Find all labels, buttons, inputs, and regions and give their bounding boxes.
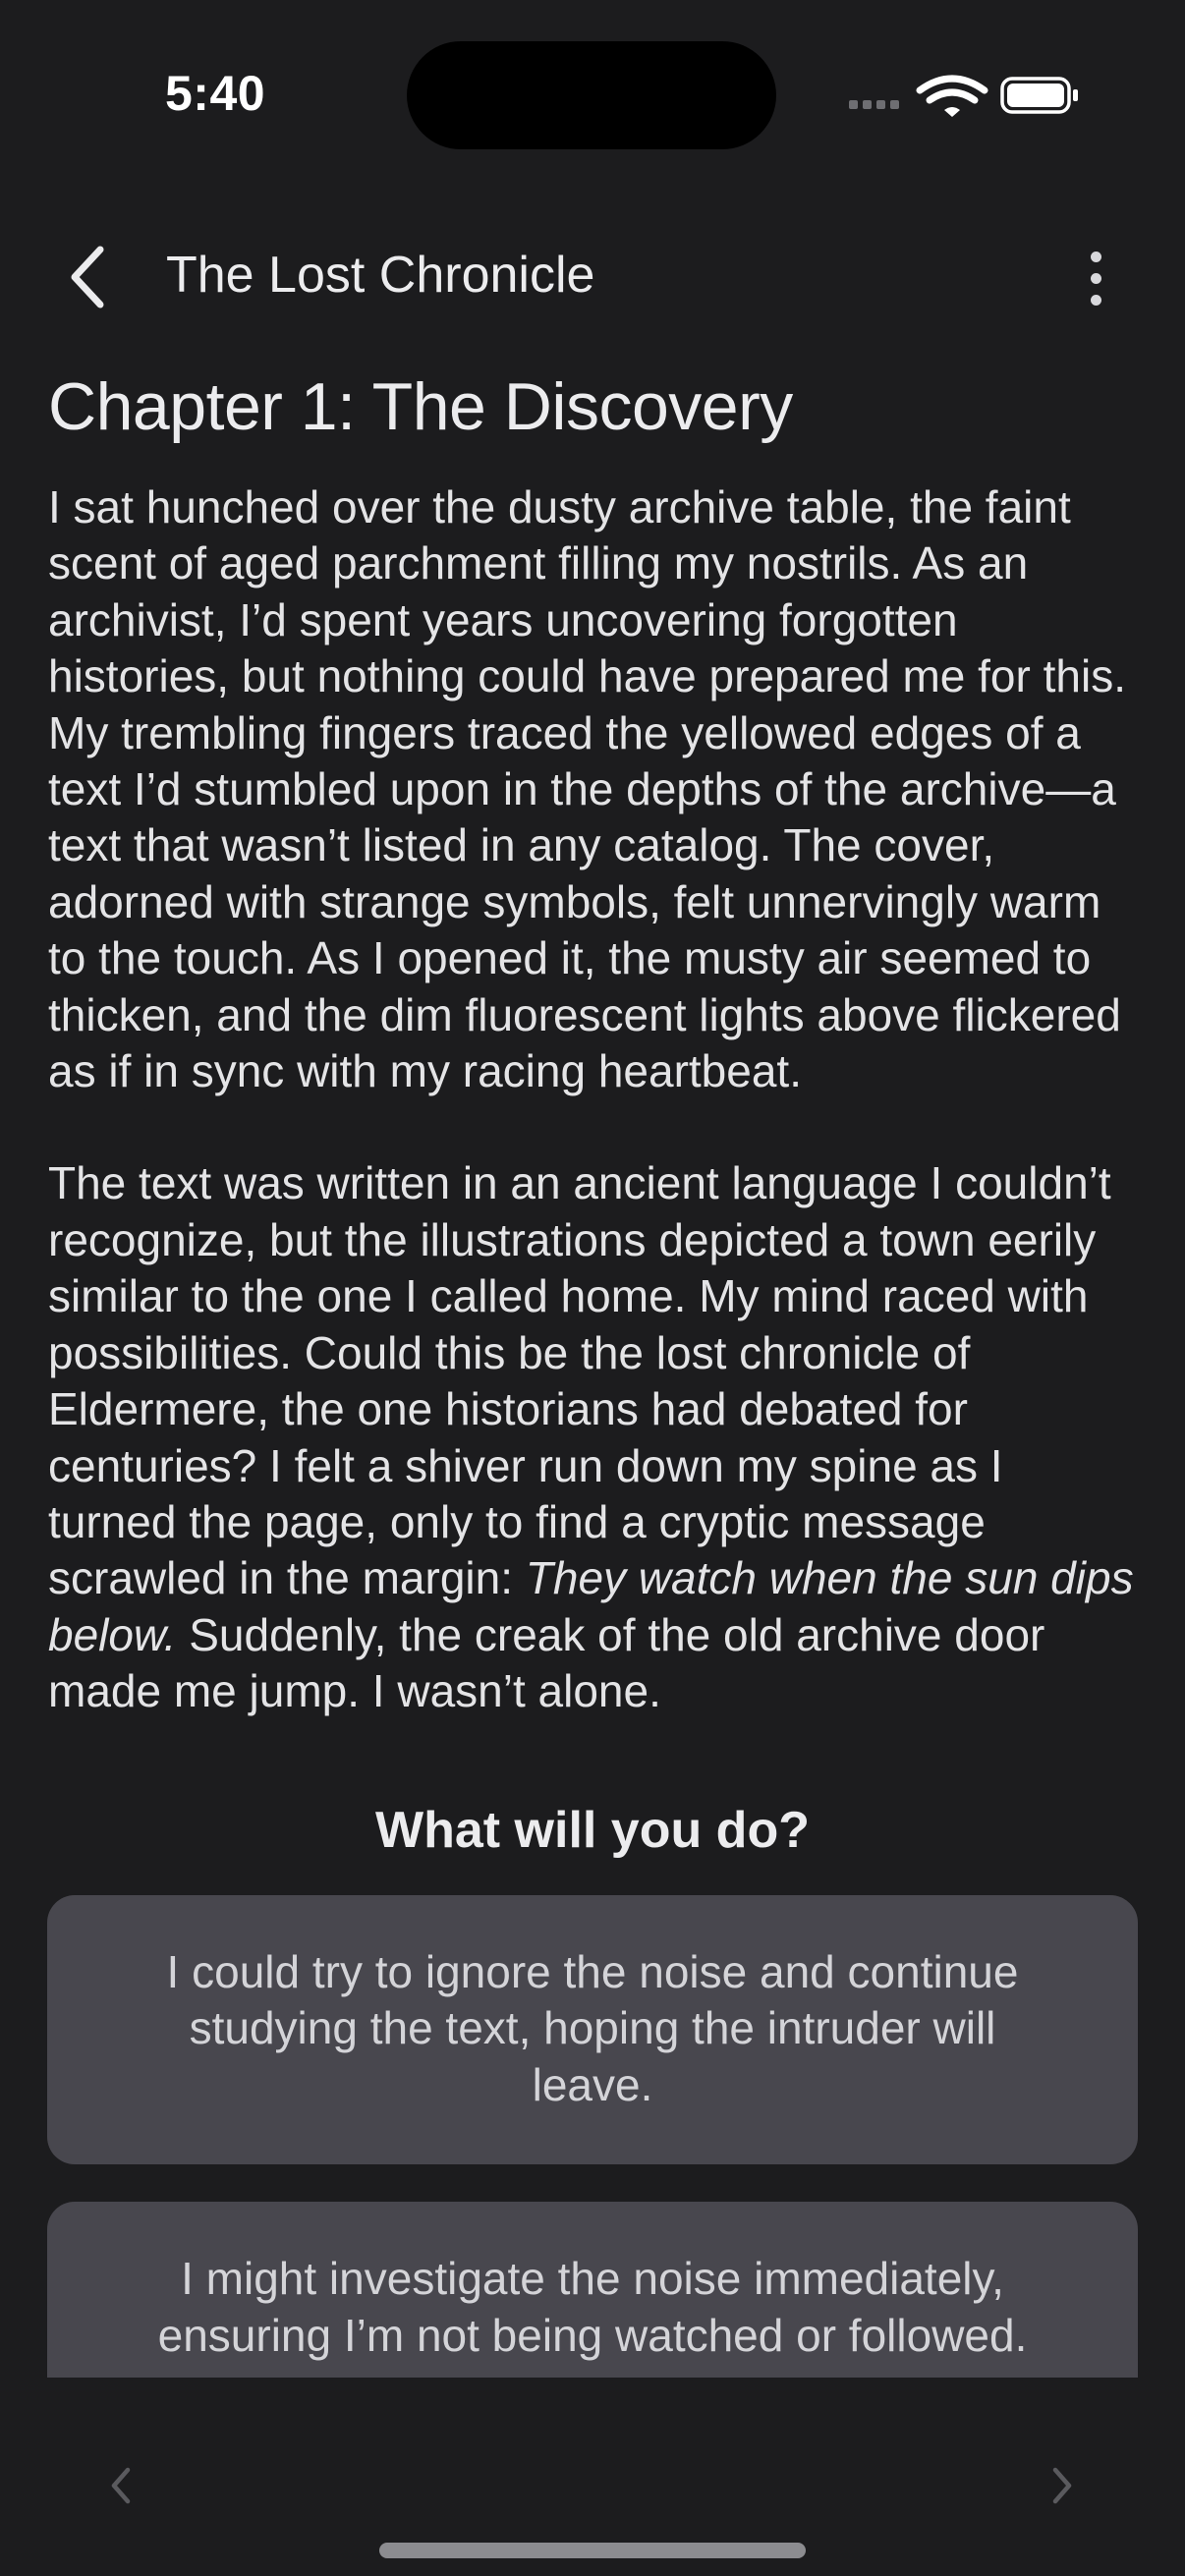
status-icons: [847, 73, 1083, 120]
story-text: I sat hunched over the dusty archive tab…: [0, 479, 1185, 1720]
battery-icon: [1000, 77, 1078, 114]
cellular-icon: [849, 100, 899, 109]
story-content[interactable]: Chapter 1: The Discovery I sat hunched o…: [0, 358, 1185, 2378]
next-page-button[interactable]: [1032, 2446, 1091, 2525]
chapter-title: Chapter 1: The Discovery: [48, 369, 793, 444]
bottom-toolbar: [0, 2378, 1185, 2576]
chevron-left-icon: [71, 246, 104, 308]
more-vertical-icon: [1090, 251, 1101, 306]
choice-button-investigate[interactable]: I might investigate the noise immediatel…: [47, 2202, 1138, 2378]
choice-button-ignore[interactable]: I could try to ignore the noise and cont…: [47, 1894, 1138, 2165]
story-text-segment: The text was written in an ancient langu…: [48, 1157, 1111, 1604]
story-paragraph: The text was written in an ancient langu…: [48, 1155, 1137, 1719]
chevron-right-icon: [1052, 2467, 1072, 2504]
back-button[interactable]: [59, 238, 118, 316]
choice-prompt: What will you do?: [375, 1801, 810, 1859]
chevron-left-icon: [111, 2467, 131, 2504]
more-options-button[interactable]: [1066, 244, 1125, 312]
nav-title: The Lost Chronicle: [166, 247, 595, 304]
wifi-icon: [916, 75, 988, 117]
dynamic-island: [407, 41, 776, 149]
status-time: 5:40: [165, 66, 266, 121]
choice-list: I could try to ignore the noise and cont…: [0, 1894, 1185, 2378]
story-text-segment: Suddenly, the creak of the old archive d…: [48, 1608, 1045, 1717]
story-paragraph: I sat hunched over the dusty archive tab…: [48, 481, 1126, 1097]
previous-page-button[interactable]: [92, 2446, 151, 2525]
home-indicator[interactable]: [379, 2543, 806, 2558]
